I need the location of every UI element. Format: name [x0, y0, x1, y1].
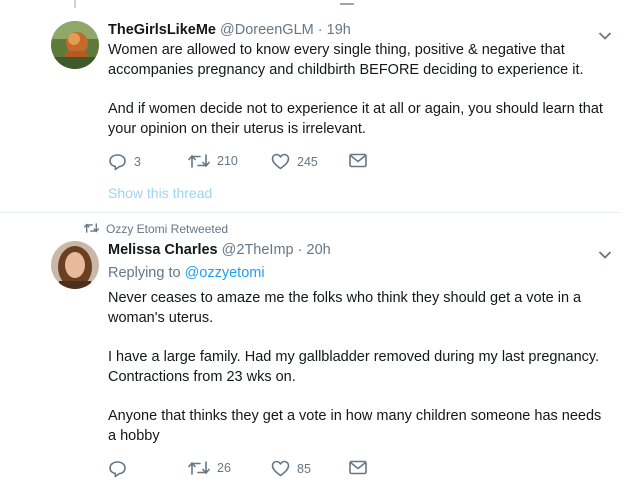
display-name[interactable]: Melissa Charles	[108, 242, 218, 258]
tweet-paragraph: I have a large family. Had my gallbladde…	[108, 349, 600, 385]
tweet-doreenglm[interactable]: TheGirlsLikeMe @DoreenGLM · 19h Women ar…	[0, 0, 627, 212]
retweet-button[interactable]: 26	[188, 460, 231, 476]
chevron-down-icon[interactable]	[598, 28, 612, 40]
envelope-icon	[349, 460, 367, 475]
tweet-header: TheGirlsLikeMe @DoreenGLM · 19h	[108, 22, 351, 38]
tweet-text: Never ceases to amaze me the folks who t…	[108, 288, 608, 465]
display-name[interactable]: TheGirlsLikeMe	[108, 22, 216, 38]
tweet-text: Women are allowed to know every single t…	[108, 40, 608, 158]
heart-icon	[271, 153, 290, 170]
retweet-button[interactable]: 210	[188, 153, 238, 169]
handle[interactable]: @DoreenGLM	[220, 22, 314, 38]
tweet-paragraph: Never ceases to amaze me the folks who t…	[108, 290, 582, 326]
tweet-header: Melissa Charles @2TheImp · 20h	[108, 242, 331, 258]
tweet-paragraph: And if women decide not to experience it…	[108, 101, 603, 137]
reply-button[interactable]	[108, 460, 127, 478]
retweet-icon	[84, 223, 99, 233]
retweet-icon	[188, 461, 210, 475]
timestamp[interactable]: 20h	[307, 242, 331, 258]
replying-to-label: Replying to	[108, 265, 181, 281]
avatar[interactable]	[51, 21, 99, 69]
envelope-icon	[349, 153, 367, 168]
separator: ·	[297, 242, 303, 258]
direct-message-button[interactable]	[349, 460, 367, 475]
retweet-count: 26	[217, 461, 231, 475]
timestamp[interactable]: 19h	[327, 22, 351, 38]
chevron-down-icon[interactable]	[598, 247, 612, 259]
reply-count: 3	[134, 155, 141, 169]
replying-to: Replying to @ozzyetomi	[108, 265, 265, 281]
like-button[interactable]: 85	[271, 460, 311, 477]
retweet-icon	[188, 154, 210, 168]
reply-button[interactable]: 3	[108, 153, 141, 171]
retweet-count: 210	[217, 154, 238, 168]
separator: ·	[317, 22, 323, 38]
direct-message-button[interactable]	[349, 153, 367, 168]
handle[interactable]: @2TheImp	[222, 242, 294, 258]
like-count: 85	[297, 461, 311, 476]
heart-icon	[271, 460, 290, 477]
tweet-paragraph: Anyone that thinks they get a vote in ho…	[108, 408, 602, 444]
tweet-2theimp[interactable]: Ozzy Etomi Retweeted Melissa Charles @2T…	[0, 213, 627, 498]
like-count: 245	[297, 154, 318, 169]
reply-icon	[109, 461, 126, 478]
tweet-paragraph: Women are allowed to know every single t…	[108, 42, 584, 78]
retweeted-by-label[interactable]: Ozzy Etomi Retweeted	[106, 222, 228, 236]
reply-icon	[109, 154, 126, 171]
like-button[interactable]: 245	[271, 153, 318, 170]
avatar[interactable]	[51, 241, 99, 289]
show-thread-link[interactable]: Show this thread	[108, 185, 212, 201]
replying-to-handle[interactable]: @ozzyetomi	[185, 265, 265, 281]
retweeted-by-context: Ozzy Etomi Retweeted	[84, 222, 228, 236]
